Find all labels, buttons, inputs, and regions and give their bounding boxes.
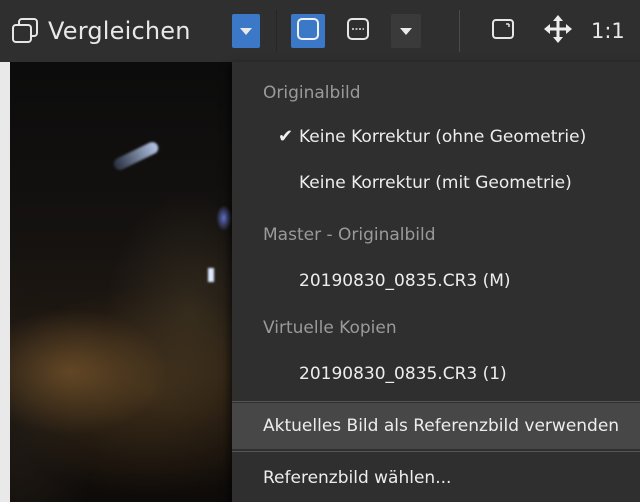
split-view-button[interactable] bbox=[341, 14, 375, 48]
toolbar-divider bbox=[276, 10, 277, 52]
compare-button[interactable]: Vergleichen bbox=[10, 12, 191, 50]
menu-item-master-file[interactable]: 20190830_0835.CR3 (M) bbox=[232, 258, 640, 304]
app-window: Vergleichen 1:1 Originalbild ✔ Keine Kor… bbox=[0, 0, 640, 502]
split-view-icon bbox=[346, 17, 370, 45]
menu-item-label: Referenzbild wählen... bbox=[263, 468, 452, 488]
menu-item-label: 20190830_0835.CR3 (M) bbox=[299, 271, 511, 291]
menu-item-label: Keine Korrektur (mit Geometrie) bbox=[299, 173, 572, 193]
single-view-button[interactable] bbox=[291, 14, 325, 48]
zoom-1to1-button[interactable]: 1:1 bbox=[591, 14, 625, 48]
menu-item-virtual-copy[interactable]: 20190830_0835.CR3 (1) bbox=[232, 351, 640, 397]
menu-header-virtuelle-kopien: Virtuelle Kopien bbox=[232, 305, 640, 351]
panel-edge bbox=[0, 62, 10, 502]
toolbar: Vergleichen 1:1 bbox=[0, 0, 640, 62]
menu-item-keine-korrektur-mit-geometrie[interactable]: Keine Korrektur (mit Geometrie) bbox=[232, 160, 640, 206]
compare-mode-dropdown[interactable] bbox=[232, 14, 260, 48]
compare-windows-icon bbox=[10, 16, 40, 46]
menu-header-label: Virtuelle Kopien bbox=[263, 318, 397, 338]
fit-screen-icon bbox=[491, 18, 515, 44]
move-arrows-icon bbox=[543, 14, 573, 48]
move-button[interactable] bbox=[540, 12, 576, 50]
menu-item-label: 20190830_0835.CR3 (1) bbox=[299, 364, 507, 384]
chevron-down-icon bbox=[400, 27, 412, 35]
menu-item-label: Keine Korrektur (ohne Geometrie) bbox=[299, 127, 587, 147]
compare-dropdown-menu: Originalbild ✔ Keine Korrektur (ohne Geo… bbox=[232, 62, 640, 502]
photo-highlight bbox=[216, 205, 232, 231]
menu-header-label: Originalbild bbox=[263, 83, 361, 103]
photo-highlight bbox=[208, 268, 214, 282]
view-layout-dropdown[interactable] bbox=[391, 14, 421, 48]
compare-label: Vergleichen bbox=[48, 17, 191, 45]
toolbar-divider bbox=[459, 10, 460, 52]
menu-item-use-as-reference[interactable]: Aktuelles Bild als Referenzbild verwende… bbox=[232, 403, 640, 449]
menu-header-master: Master - Originalbild bbox=[232, 212, 640, 258]
single-view-icon bbox=[296, 17, 320, 45]
fit-screen-button[interactable] bbox=[488, 14, 518, 48]
menu-item-keine-korrektur-ohne-geometrie[interactable]: ✔ Keine Korrektur (ohne Geometrie) bbox=[232, 114, 640, 160]
checkmark-icon: ✔ bbox=[278, 126, 294, 147]
menu-divider bbox=[232, 451, 640, 452]
chevron-down-icon bbox=[240, 27, 252, 35]
zoom-label: 1:1 bbox=[591, 19, 625, 43]
menu-header-originalbild: Originalbild bbox=[232, 70, 640, 116]
menu-item-label: Aktuelles Bild als Referenzbild verwende… bbox=[263, 416, 620, 436]
menu-divider bbox=[232, 401, 640, 402]
menu-item-choose-reference[interactable]: Referenzbild wählen... bbox=[232, 455, 640, 501]
menu-header-label: Master - Originalbild bbox=[263, 225, 436, 245]
